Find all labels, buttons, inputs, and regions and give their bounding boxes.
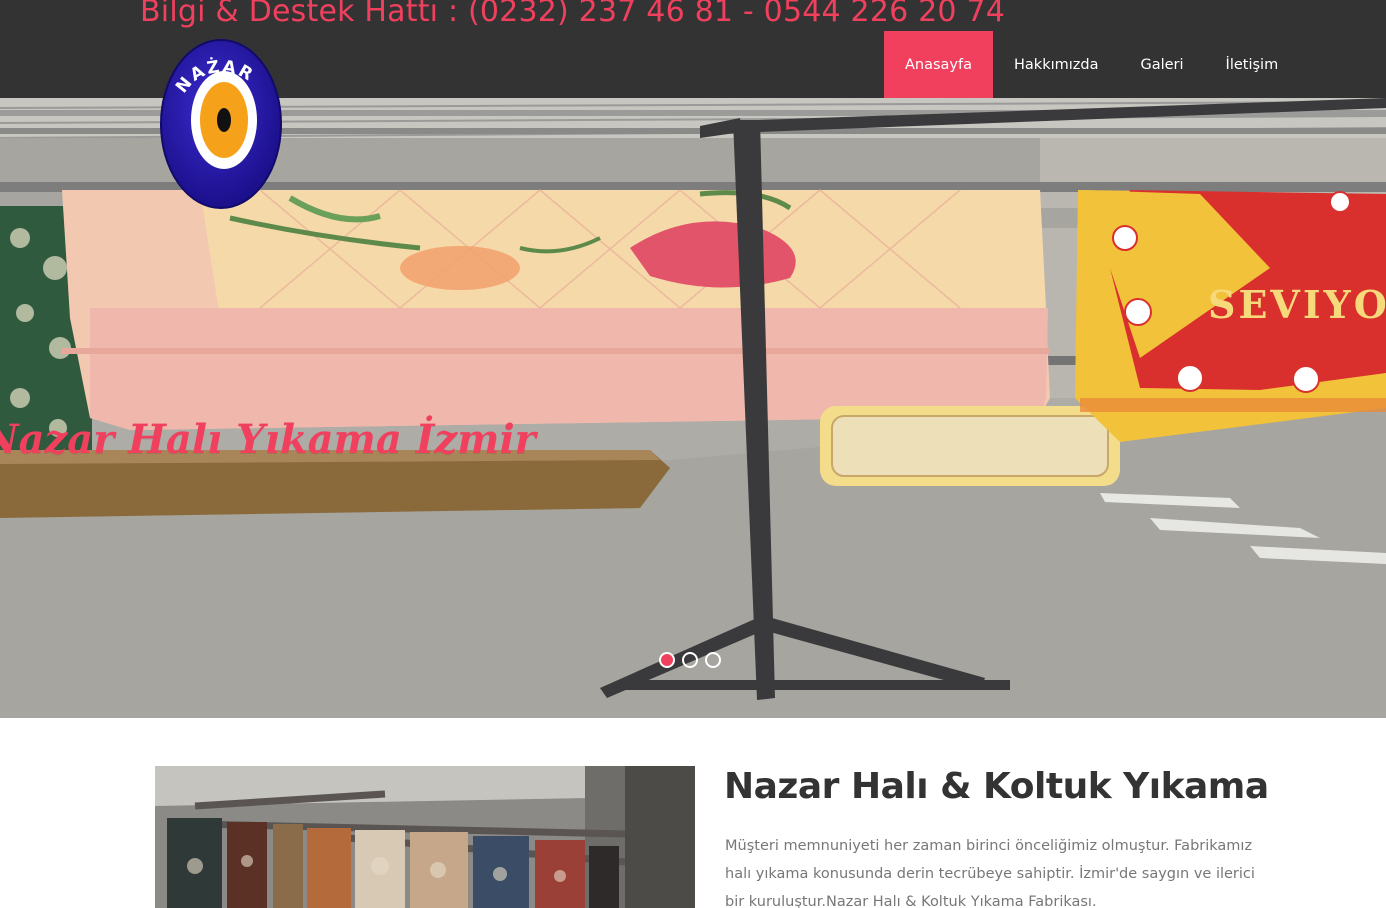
evil-eye-icon: NAŻAR <box>160 39 282 209</box>
content-title: Nazar Halı & Koltuk Yıkama <box>724 766 1269 807</box>
main-nav: Anasayfa Hakkımızda Galeri İletişim <box>884 31 1299 98</box>
slider-dot-2[interactable] <box>682 652 698 668</box>
nazar-logo[interactable]: NAŻAR <box>158 38 284 210</box>
slider-dot-1[interactable] <box>659 652 675 668</box>
factory-photo <box>155 766 695 908</box>
slider-dot-3[interactable] <box>705 652 721 668</box>
nav-item-galeri[interactable]: Galeri <box>1119 31 1204 98</box>
nav-item-anasayfa[interactable]: Anasayfa <box>884 31 994 98</box>
carpet-drying-image <box>155 766 695 908</box>
slider-dots <box>659 652 721 668</box>
support-hotline: Bilgi & Destek Hattı : (0232) 237 46 81 … <box>140 0 1006 29</box>
hero-caption: Nazar Halı Yıkama İzmir <box>0 416 536 463</box>
nav-item-hakkimizda[interactable]: Hakkımızda <box>993 31 1119 98</box>
content-description: Müşteri memnuniyeti her zaman birinci ön… <box>725 838 1255 908</box>
nav-item-iletisim[interactable]: İletişim <box>1205 31 1300 98</box>
blanket-text: SEVIYO <box>1208 282 1386 327</box>
